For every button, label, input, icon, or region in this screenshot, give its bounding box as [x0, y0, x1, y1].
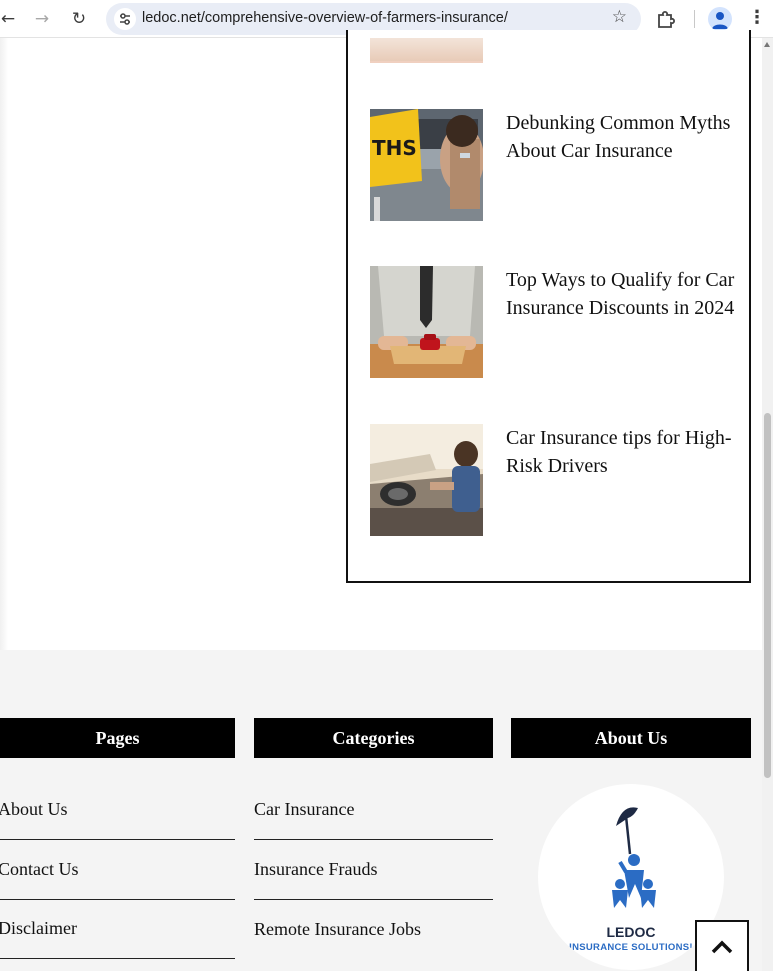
footer-link-car-insurance[interactable]: Car Insurance: [254, 780, 493, 840]
site-footer: Pages Categories About Us About Us Conta…: [0, 650, 762, 971]
recent-posts-widget: THS Debunking Common Myths About Car Ins…: [346, 30, 751, 583]
back-button[interactable]: ←: [0, 7, 20, 31]
tune-icon: [120, 13, 130, 25]
umbrella-figure-icon: [612, 807, 656, 908]
categories-heading: Categories: [254, 718, 493, 758]
footer-link-insurance-frauds[interactable]: Insurance Frauds: [254, 840, 493, 900]
star-icon[interactable]: ☆: [612, 7, 627, 27]
content-shadow: [0, 38, 8, 650]
page-scrollbar[interactable]: [762, 38, 773, 971]
forward-button[interactable]: →: [30, 7, 54, 31]
scroll-up-arrow-icon[interactable]: [764, 42, 770, 47]
person-icon: [712, 12, 728, 29]
footer-link-contact-us[interactable]: Contact Us: [0, 840, 235, 900]
post-title[interactable]: Debunking Common Myths About Car Insuran…: [506, 109, 736, 166]
reload-icon: ↻: [71, 9, 87, 29]
arrow-right-icon: →: [34, 9, 50, 29]
myths-road-sign-thumbnail[interactable]: THS: [370, 109, 483, 221]
about-heading: About Us: [511, 718, 751, 758]
puzzle-icon[interactable]: [655, 8, 677, 30]
previous-post-thumbnail[interactable]: [370, 38, 483, 63]
kebab-menu-icon[interactable]: ⋮: [748, 7, 766, 31]
arrow-left-icon: ←: [0, 9, 16, 29]
svg-text:THS: THS: [372, 136, 417, 160]
footer-link-remote-insurance-jobs[interactable]: Remote Insurance Jobs: [254, 899, 493, 959]
chevron-up-icon: [711, 940, 733, 954]
toy-car-envelope-thumbnail[interactable]: [370, 266, 483, 378]
back-to-top-button[interactable]: [695, 920, 749, 971]
post-title[interactable]: Car Insurance tips for High-Risk Drivers: [506, 424, 736, 481]
toolbar-divider: [694, 10, 695, 28]
pages-heading: Pages: [0, 718, 235, 758]
scroll-thumb[interactable]: [764, 413, 771, 778]
post-title[interactable]: Top Ways to Qualify for Car Insurance Di…: [506, 266, 736, 323]
convertible-driver-thumbnail[interactable]: [370, 424, 483, 536]
footer-link-about-us[interactable]: About Us: [0, 780, 235, 840]
site-info-button[interactable]: [114, 8, 136, 30]
footer-link-disclaimer[interactable]: Disclaimer: [0, 899, 235, 959]
url-text[interactable]: ledoc.net/comprehensive-overview-of-farm…: [142, 10, 508, 26]
profile-button[interactable]: [708, 7, 732, 31]
reload-button[interactable]: ↻: [67, 7, 91, 31]
